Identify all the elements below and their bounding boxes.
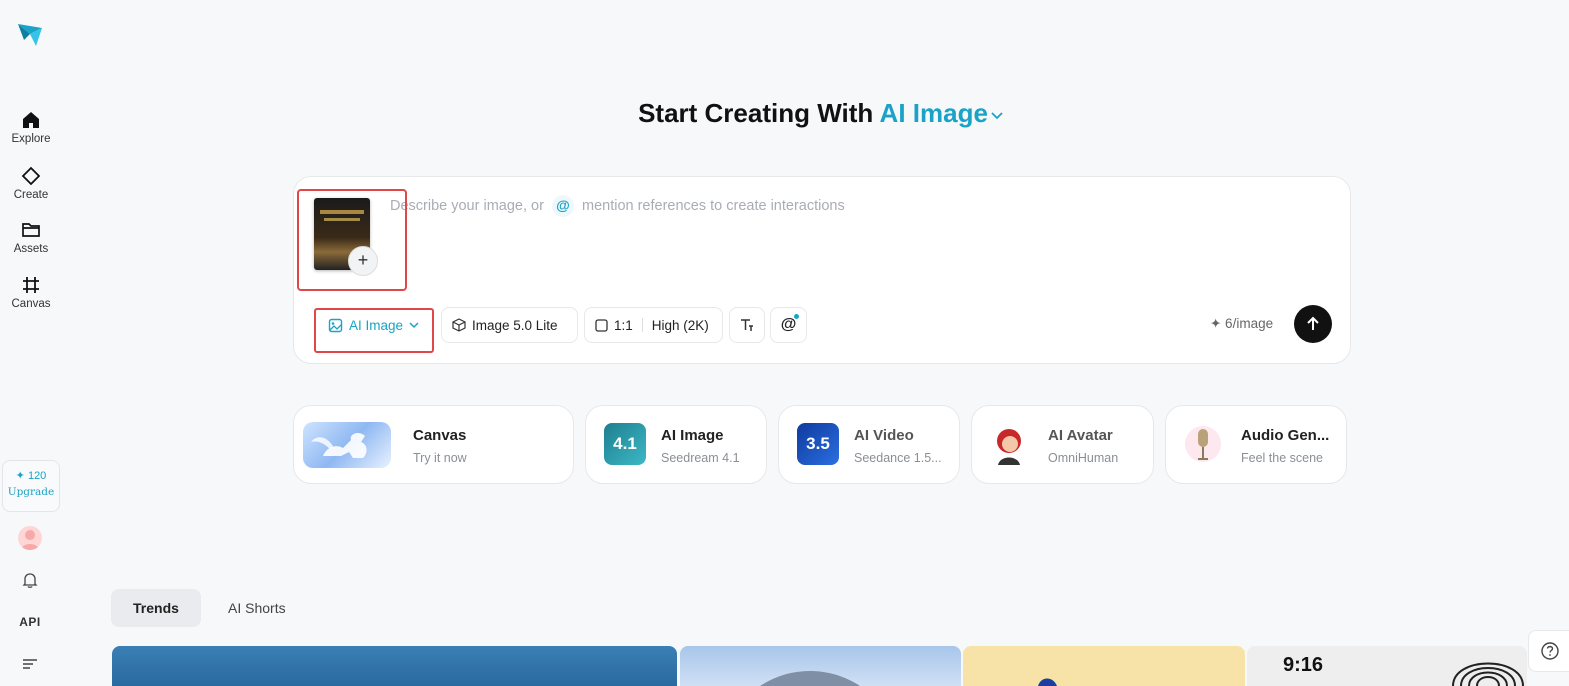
send-button[interactable] <box>1294 305 1332 343</box>
feature-card-ai-avatar[interactable]: AI Avatar OmniHuman <box>971 405 1154 484</box>
gallery-art <box>760 671 860 686</box>
feature-subtitle: Try it now <box>413 451 467 465</box>
seedance-badge: 3.5 <box>806 434 830 453</box>
feature-subtitle: Seedance 1.5... <box>854 451 942 465</box>
headline-mode-label: AI Image <box>879 98 988 128</box>
microphone-icon <box>1182 423 1224 465</box>
gallery-ratio-label: 9:16 <box>1283 654 1324 676</box>
ratio-label: 1:1 <box>614 317 633 333</box>
at-mention-chip: @ <box>551 195 574 217</box>
help-icon <box>1540 642 1559 660</box>
seedance-icon: 3.5 <box>797 423 839 465</box>
bell-icon <box>22 573 38 588</box>
gallery-item[interactable]: 9:16 <box>1247 646 1527 686</box>
model-selector-button[interactable]: Image 5.0 Lite <box>441 307 578 343</box>
sidebar-item-canvas[interactable]: Canvas <box>0 275 62 310</box>
feature-card-ai-image[interactable]: 4.1 AI Image Seedream 4.1 <box>585 405 767 484</box>
feature-subtitle: Seedream 4.1 <box>661 451 740 465</box>
upgrade-button[interactable]: ✦ 120 Upgrade <box>2 460 60 512</box>
cost-per-image: ✦ 6/image <box>1210 316 1274 331</box>
feature-title: AI Image <box>661 427 724 444</box>
text-format-icon <box>741 319 753 331</box>
quality-label: High (2K) <box>651 317 709 333</box>
headline-mode-selector[interactable]: AI Image <box>880 98 1004 128</box>
api-link[interactable]: API <box>0 615 60 629</box>
at-label: @ <box>780 316 797 333</box>
square-ratio-icon <box>595 318 608 332</box>
chevron-down-icon <box>409 322 419 329</box>
chevron-down-icon <box>991 112 1003 120</box>
reference-highlight-box <box>297 189 407 291</box>
prompt-placeholder: Describe your image, or @ mention refere… <box>390 195 845 217</box>
tab-ai-shorts[interactable]: AI Shorts <box>206 589 308 627</box>
menu-icon <box>23 659 37 669</box>
gallery-item[interactable] <box>963 646 1245 686</box>
sidebar-item-label: Assets <box>13 243 49 255</box>
model-label: Image 5.0 Lite <box>472 317 558 333</box>
gallery-item[interactable] <box>680 646 961 686</box>
image-icon <box>328 318 343 332</box>
avatar-character-icon <box>988 423 1030 465</box>
placeholder-text-2: mention references to create interaction… <box>581 198 845 214</box>
mode-label: AI Image <box>349 317 404 333</box>
cube-icon <box>452 318 466 332</box>
feature-title: Canvas <box>413 427 467 444</box>
sidebar-item-label: Canvas <box>11 298 51 310</box>
sidebar-item-label: Create <box>13 189 49 201</box>
feature-card-canvas[interactable]: Canvas Try it now <box>293 405 574 484</box>
pegasus-thumbnail <box>303 422 391 468</box>
help-button[interactable] <box>1528 630 1569 672</box>
upgrade-label: Upgrade <box>7 486 55 498</box>
seedream-badge: 4.1 <box>613 434 637 453</box>
feature-card-ai-video[interactable]: 3.5 AI Video Seedance 1.5... <box>778 405 960 484</box>
credits-count: ✦ 120 <box>15 470 47 482</box>
mode-selector-button[interactable]: AI Image <box>318 307 430 343</box>
seedream-icon: 4.1 <box>604 423 646 465</box>
feature-subtitle: Feel the scene <box>1241 451 1323 465</box>
fingerprint-art <box>1452 662 1524 686</box>
text-style-button[interactable] <box>729 307 765 343</box>
user-avatar-icon <box>21 530 39 550</box>
notification-dot <box>794 314 799 319</box>
mention-button[interactable]: @ <box>770 307 807 343</box>
logo-icon <box>18 24 42 46</box>
canvas-grid-icon <box>23 277 39 293</box>
placeholder-text-1: Describe your image, or <box>390 198 544 214</box>
tab-trends[interactable]: Trends <box>111 589 201 627</box>
notifications-button[interactable] <box>21 571 39 594</box>
gallery-art <box>1038 678 1057 686</box>
feature-title: Audio Gen... <box>1241 427 1330 444</box>
microphone-art <box>1185 426 1221 462</box>
headline-prefix: Start Creating With <box>638 98 874 128</box>
feature-card-audio[interactable]: Audio Gen... Feel the scene <box>1165 405 1347 484</box>
avatar-character-art <box>997 429 1021 465</box>
menu-button[interactable] <box>22 657 38 675</box>
pegasus-icon <box>311 433 367 458</box>
sidebar-item-label: Explore <box>11 133 51 145</box>
ratio-quality-button[interactable]: 1:1 High (2K) <box>584 307 723 343</box>
avatar[interactable] <box>18 526 42 550</box>
page-title: Start Creating With AI Image <box>0 98 1569 129</box>
app-logo[interactable] <box>14 18 46 50</box>
divider <box>641 318 643 332</box>
feature-subtitle: OmniHuman <box>1048 451 1119 465</box>
diamond-icon <box>21 166 41 186</box>
sidebar-item-assets[interactable]: Assets <box>0 220 62 255</box>
folder-icon <box>22 223 40 237</box>
feature-title: AI Video <box>854 427 914 444</box>
sidebar-item-create[interactable]: Create <box>0 166 62 201</box>
feature-title: AI Avatar <box>1048 427 1113 444</box>
gallery-item[interactable] <box>112 646 677 686</box>
arrow-up-icon <box>1307 316 1319 330</box>
